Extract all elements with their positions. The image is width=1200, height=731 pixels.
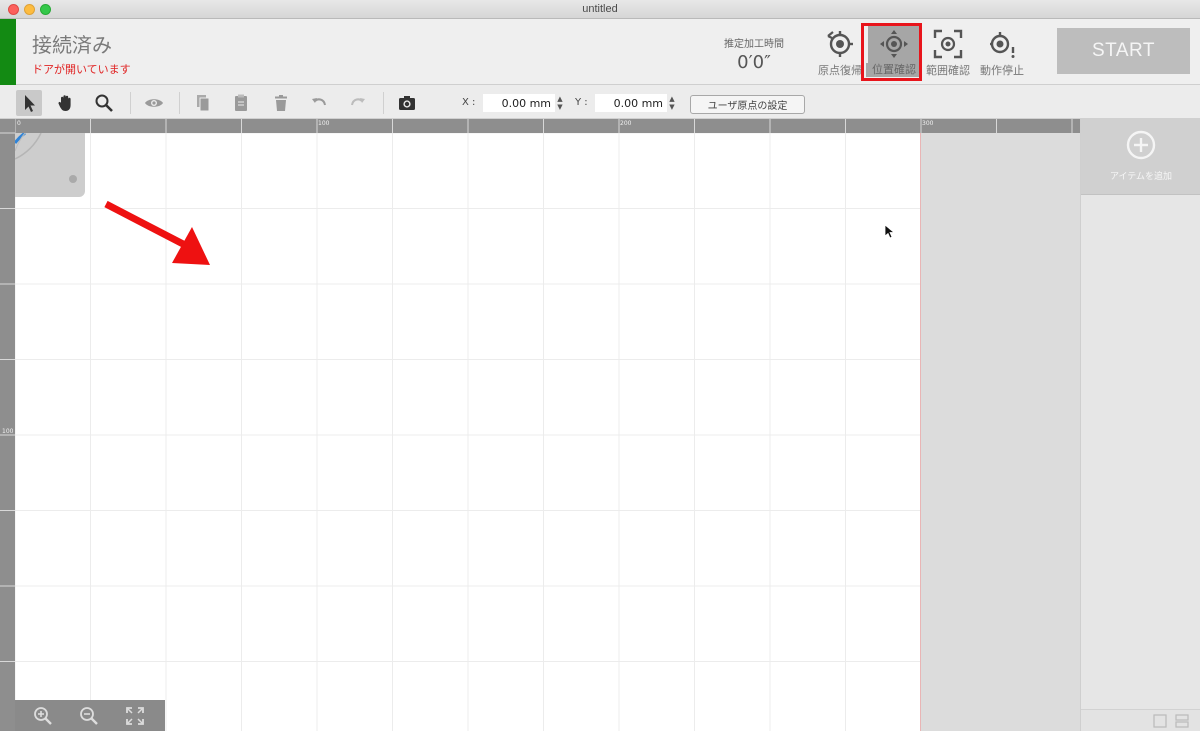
- stop-motion-icon: [990, 32, 1015, 58]
- ruler-label-100: 100: [318, 120, 330, 127]
- position-check-highlight: [868, 25, 920, 63]
- copy-button[interactable]: [190, 90, 216, 116]
- hand-icon: [58, 95, 71, 111]
- home-return-icon: [827, 31, 853, 57]
- fit-screen-icon: [126, 707, 144, 725]
- range-check-button[interactable]: 範囲確認: [920, 25, 976, 81]
- origin-dot: [69, 175, 77, 183]
- zoom-in-button[interactable]: [31, 704, 55, 728]
- range-check-label: 範囲確認: [926, 64, 970, 77]
- toolbar-divider: [383, 92, 384, 114]
- ruler-label-0: 0: [17, 120, 21, 127]
- toolbar-divider: [130, 92, 131, 114]
- origin-indicator[interactable]: [13, 131, 85, 197]
- start-button[interactable]: START: [1057, 28, 1190, 74]
- connection-indicator: [0, 19, 16, 85]
- trash-icon: [275, 95, 287, 111]
- connection-status: 接続済み: [32, 33, 112, 57]
- split-view-icon[interactable]: [1175, 714, 1189, 728]
- paste-button[interactable]: [228, 90, 254, 116]
- zoom-in-icon: [34, 707, 52, 725]
- undo-button[interactable]: [306, 90, 332, 116]
- toolbar-divider: [179, 92, 180, 114]
- y-coordinate-input[interactable]: [595, 94, 667, 112]
- red-annotation-arrow: [104, 200, 210, 265]
- y-stepper[interactable]: ▲ ▼: [668, 95, 676, 111]
- panel-footer: [1081, 709, 1200, 731]
- item-panel: アイテムを追加: [1080, 119, 1200, 731]
- preview-button[interactable]: [141, 90, 167, 116]
- mouse-cursor-icon: [884, 224, 896, 239]
- add-item-button[interactable]: アイテムを追加: [1081, 119, 1200, 195]
- position-check-label: 位置確認: [866, 63, 922, 77]
- add-circle-icon: [1126, 130, 1156, 160]
- app-window: untitled 接続済み ドアが開いています 推定加工時間 0′0″ 原点復帰: [0, 0, 1200, 731]
- x-stepper[interactable]: ▲ ▼: [556, 95, 564, 111]
- zoom-controls: [15, 700, 165, 731]
- hand-tool-button[interactable]: [53, 90, 79, 116]
- stop-motion-button[interactable]: 動作停止: [974, 25, 1030, 81]
- copy-icon: [197, 95, 210, 112]
- ruler-label-200: 200: [620, 120, 632, 127]
- out-of-bounds-area: [920, 133, 1080, 731]
- y-coordinate-label: Y :: [575, 97, 588, 108]
- fit-to-screen-button[interactable]: [123, 704, 147, 728]
- range-check-icon: [933, 29, 963, 59]
- ruler-label-300: 300: [922, 120, 934, 127]
- home-return-label: 原点復帰: [818, 64, 862, 77]
- position-move-icon: [880, 30, 908, 58]
- x-coordinate-label: X :: [462, 97, 476, 108]
- door-status-warning: ドアが開いています: [32, 63, 131, 76]
- redo-button[interactable]: [345, 90, 371, 116]
- add-item-label: アイテムを追加: [1109, 172, 1173, 182]
- stop-motion-label: 動作停止: [980, 64, 1024, 77]
- zoom-out-icon: [80, 707, 98, 725]
- machine-header: 接続済み ドアが開いています 推定加工時間 0′0″ 原点復帰 位置確認 範囲確…: [0, 19, 1200, 85]
- camera-button[interactable]: [394, 90, 420, 116]
- x-coordinate-input[interactable]: [483, 94, 555, 112]
- set-user-origin-button[interactable]: ユーザ原点の設定: [690, 95, 805, 114]
- estimated-time-label: 推定加工時間: [724, 39, 784, 50]
- window-title: untitled: [582, 3, 618, 15]
- paste-icon: [235, 94, 247, 111]
- redo-icon: [351, 98, 365, 106]
- zoom-out-button[interactable]: [77, 704, 101, 728]
- title-bar: untitled: [0, 0, 1200, 19]
- zoom-tool-button[interactable]: [91, 90, 117, 116]
- ruler-left-label-100: 100: [2, 428, 14, 435]
- eye-icon: [145, 99, 163, 107]
- magnifier-icon: [95, 94, 113, 112]
- horizontal-ruler: 0 100 200 300: [0, 119, 1080, 133]
- home-return-button[interactable]: 原点復帰: [812, 25, 868, 81]
- editor-toolbar: X : ▲▼ Y : ▲▼ ユーザ原点の設定: [0, 86, 1200, 119]
- undo-icon: [312, 98, 326, 106]
- select-arrow-icon: [25, 95, 35, 112]
- position-check-button[interactable]: 位置確認: [866, 25, 922, 81]
- camera-icon: [399, 96, 415, 110]
- estimated-time-value: 0′0″: [737, 52, 771, 73]
- select-tool-button[interactable]: [16, 90, 42, 116]
- vertical-ruler: 100: [0, 119, 15, 731]
- single-view-icon[interactable]: [1153, 714, 1167, 728]
- delete-button[interactable]: [268, 90, 294, 116]
